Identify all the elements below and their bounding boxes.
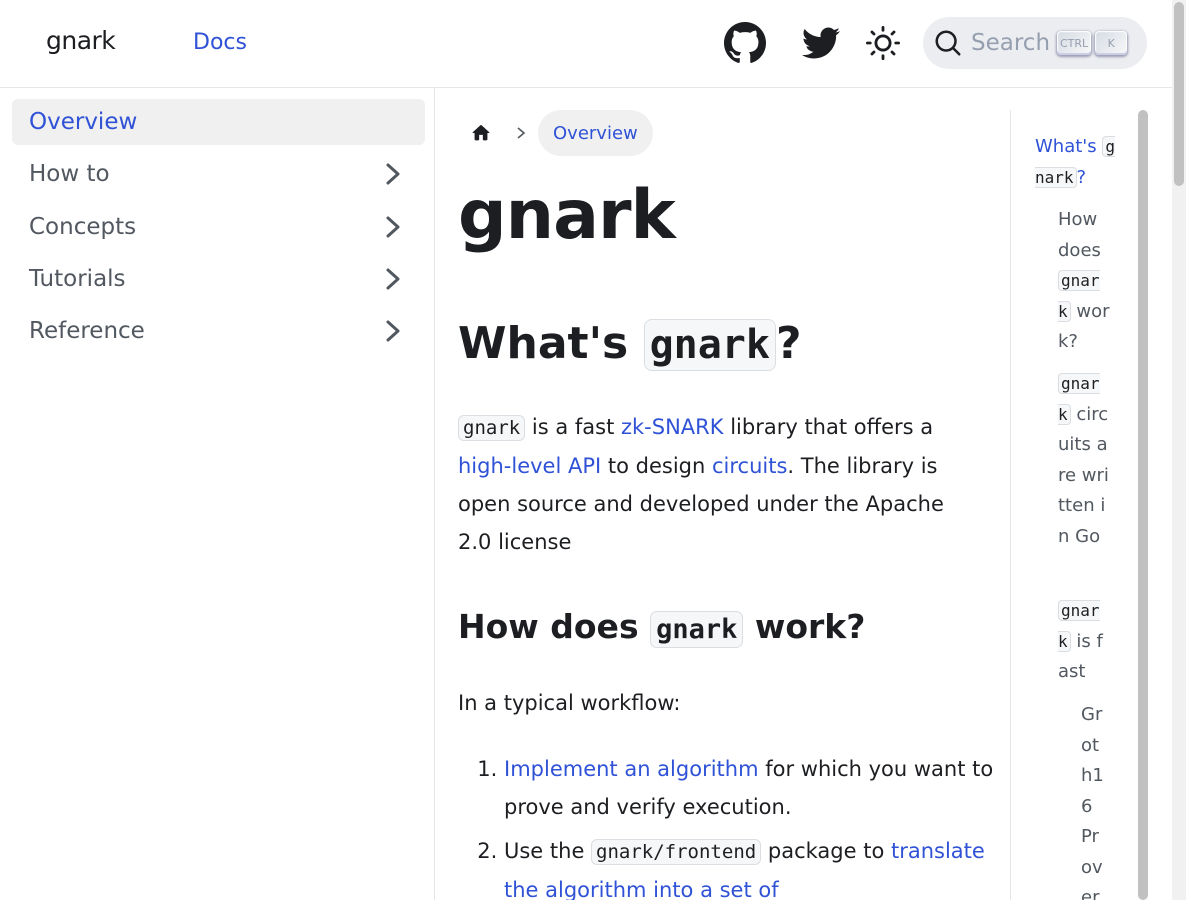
- high-level-api-link[interactable]: high-level API: [458, 454, 601, 478]
- inline-code: gnark: [643, 319, 776, 371]
- search-input[interactable]: [971, 30, 1053, 56]
- search-button[interactable]: CTRL K: [923, 17, 1147, 69]
- list-text: package to: [761, 839, 891, 863]
- list-item: Implement an algorithm for which you wan…: [504, 750, 1010, 826]
- circuits-link[interactable]: circuits: [712, 454, 787, 478]
- paragraph-text: is a fast: [525, 415, 621, 439]
- sun-icon[interactable]: [862, 22, 904, 64]
- chevron-right-icon[interactable]: [381, 319, 405, 343]
- paragraph-text: to design: [601, 454, 712, 478]
- shortcut-ctrl-key: CTRL: [1057, 31, 1092, 55]
- sidebar-item-label: Tutorials: [29, 266, 126, 292]
- sidebar: Overview How to Concepts Tutorials Refer…: [0, 88, 435, 900]
- inline-code: gnark: [458, 415, 526, 441]
- nav-docs-link[interactable]: Docs: [193, 30, 247, 55]
- github-icon[interactable]: [724, 22, 766, 64]
- navbar: gnark Docs CTRL K: [0, 0, 1172, 88]
- toc-text: How does: [1058, 209, 1101, 261]
- list-item: Use the gnark/frontend package to transl…: [504, 832, 1010, 900]
- sidebar-item-overview[interactable]: Overview: [12, 99, 425, 145]
- toc-item-whats-gnark[interactable]: What's gnark?: [1035, 132, 1115, 193]
- zk-snark-link[interactable]: zk-SNARK: [621, 415, 724, 439]
- toc-item-gnark-circuits-go[interactable]: gnark circuits are written in Go: [1058, 369, 1110, 552]
- twitter-icon[interactable]: [800, 22, 842, 64]
- sidebar-item-label: How to: [29, 161, 110, 187]
- brand-logo[interactable]: gnark: [46, 26, 116, 55]
- home-icon[interactable]: [458, 110, 504, 156]
- list-text: Use the: [504, 839, 592, 863]
- inline-code: gnark: [650, 611, 744, 648]
- breadcrumb: Overview: [458, 110, 653, 156]
- page-title: gnark: [458, 176, 676, 255]
- heading-text: ?: [775, 318, 802, 369]
- toc-item-gnark-is-fast[interactable]: gnark is fast: [1058, 596, 1110, 688]
- sidebar-item-tutorials[interactable]: Tutorials: [12, 256, 425, 302]
- search-icon: [933, 28, 963, 58]
- heading-text: How does: [458, 607, 651, 646]
- sidebar-item-concepts[interactable]: Concepts: [12, 204, 425, 250]
- toc-scrollbar[interactable]: [1138, 110, 1148, 900]
- toc-text: What's: [1035, 136, 1103, 157]
- chevron-right-icon[interactable]: [381, 267, 405, 291]
- breadcrumb-current: Overview: [538, 110, 653, 156]
- chevron-right-icon[interactable]: [381, 162, 405, 186]
- sidebar-item-how-to[interactable]: How to: [12, 151, 425, 197]
- shortcut-k-key: K: [1095, 31, 1128, 55]
- section-heading-whats-gnark: What's gnark?: [458, 318, 802, 371]
- inline-code: gnark/frontend: [591, 839, 762, 865]
- workflow-intro: In a typical workflow:: [458, 691, 681, 715]
- table-of-contents: What's gnark? How does gnark work? gnark…: [1010, 110, 1137, 900]
- sidebar-item-label: Concepts: [29, 214, 137, 240]
- page-scrollbar-thumb[interactable]: [1174, 2, 1184, 186]
- chevron-right-icon[interactable]: [381, 215, 405, 239]
- sidebar-item-label: Overview: [29, 109, 138, 135]
- toc-item-groth16-prover[interactable]: Groth16 Prover: [1081, 700, 1105, 900]
- paragraph-text: library that offers a: [723, 415, 934, 439]
- section-heading-how-does-gnark-work: How does gnark work?: [458, 607, 866, 648]
- implement-algorithm-link[interactable]: Implement an algorithm: [504, 757, 759, 781]
- heading-text: What's: [458, 318, 644, 369]
- main-content: Overview gnark What's gnark? gnark is a …: [435, 88, 1010, 900]
- chevron-right-icon: [504, 126, 538, 140]
- toc-item-how-does-gnark-work[interactable]: How does gnark work?: [1058, 205, 1110, 358]
- heading-text: work?: [743, 607, 866, 646]
- workflow-steps: Implement an algorithm for which you wan…: [458, 750, 1010, 900]
- sidebar-item-reference[interactable]: Reference: [12, 308, 425, 354]
- intro-paragraph: gnark is a fast zk-SNARK library that of…: [458, 408, 978, 561]
- sidebar-item-label: Reference: [29, 318, 145, 344]
- toc-text: ?: [1076, 166, 1087, 188]
